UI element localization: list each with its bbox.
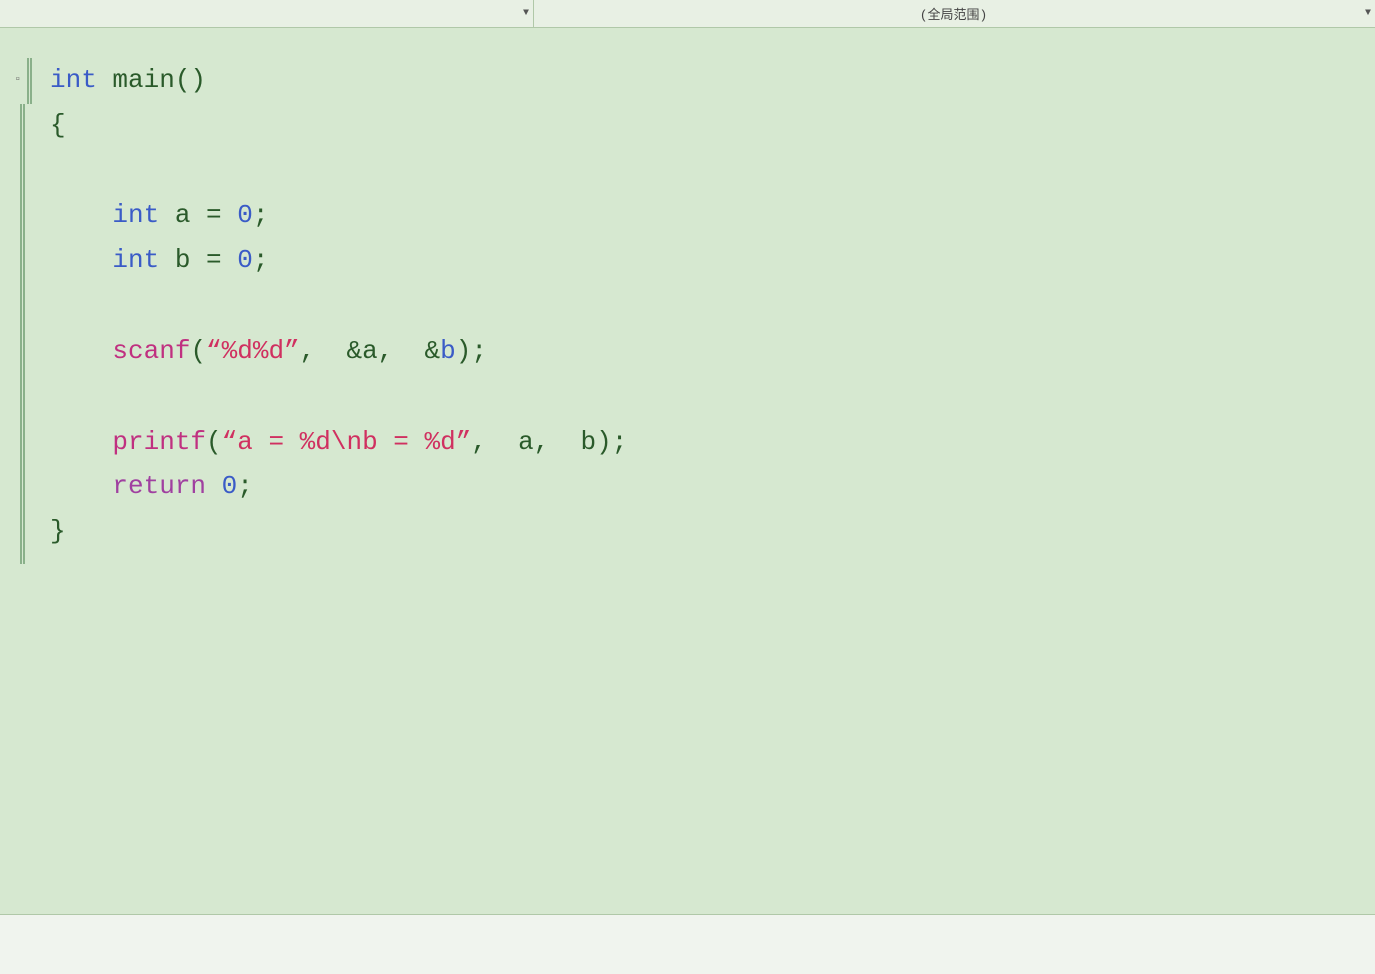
code-token: ); <box>456 329 487 374</box>
code-token: scanf <box>112 329 190 374</box>
code-line: return 0; <box>50 464 1375 509</box>
code-token: int <box>50 58 97 103</box>
code-line <box>50 374 1375 420</box>
code-line: printf(“a = %d\nb = %d”, a, b); <box>50 420 1375 465</box>
bottom-panel <box>0 914 1375 974</box>
code-token <box>50 464 112 509</box>
code-line <box>50 283 1375 329</box>
code-token <box>50 329 112 374</box>
code-token: ( <box>190 329 206 374</box>
code-token <box>50 238 112 283</box>
editor-area: ▫ int main(){ int a = 0; int b = 0; scan… <box>0 28 1375 914</box>
left-dropdown-arrow[interactable]: ▼ <box>523 8 529 19</box>
fold-marker-1[interactable]: ▫ <box>14 71 21 91</box>
code-token: “a = %d\nb = %d” <box>222 420 472 465</box>
code-token: , &a, & <box>300 329 440 374</box>
code-line: int a = 0; <box>50 193 1375 238</box>
top-bar-right: (全局范围) ▼ <box>534 0 1371 27</box>
code-token: 0 <box>222 464 238 509</box>
code-token: “%d%d” <box>206 329 300 374</box>
code-token <box>50 420 112 465</box>
code-token: { <box>50 103 66 148</box>
code-content[interactable]: int main(){ int a = 0; int b = 0; scanf(… <box>40 58 1375 914</box>
code-token: 0 <box>237 238 253 283</box>
code-line: scanf(“%d%d”, &a, &b); <box>50 329 1375 374</box>
code-token: ; <box>237 464 253 509</box>
gutter: ▫ <box>0 58 40 914</box>
code-token: , a, b); <box>471 420 627 465</box>
code-token: ; <box>253 193 269 238</box>
top-bar-left: ▼ <box>4 0 534 27</box>
code-token: ( <box>206 420 222 465</box>
code-token <box>206 464 222 509</box>
code-token: ; <box>253 238 269 283</box>
code-line: } <box>50 509 1375 554</box>
top-bar: ▼ (全局范围) ▼ <box>0 0 1375 28</box>
code-token: 0 <box>237 193 253 238</box>
code-token: } <box>50 509 66 554</box>
code-line: int b = 0; <box>50 238 1375 283</box>
code-token: printf <box>112 420 206 465</box>
code-token <box>50 193 112 238</box>
code-token: b = <box>159 238 237 283</box>
code-token: int <box>112 238 159 283</box>
code-token: main() <box>97 58 206 103</box>
code-line: { <box>50 103 1375 148</box>
right-dropdown-arrow[interactable]: ▼ <box>1365 8 1371 19</box>
code-token: int <box>112 193 159 238</box>
code-line: int main() <box>50 58 1375 103</box>
code-line <box>50 147 1375 193</box>
code-token: a = <box>159 193 237 238</box>
code-token: return <box>112 464 206 509</box>
scope-label: (全局范围) <box>542 4 1365 23</box>
code-token: b <box>440 329 456 374</box>
